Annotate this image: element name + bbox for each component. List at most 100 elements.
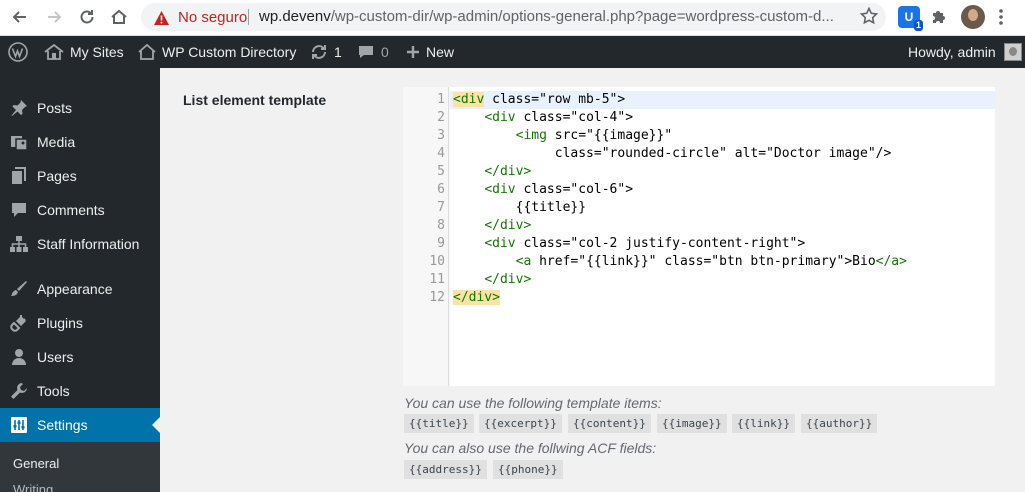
- menu-media-label: Media: [37, 134, 76, 150]
- template-tag-chip: {{author}}: [801, 414, 878, 433]
- line-number: 10: [429, 254, 445, 269]
- menu-pages[interactable]: Pages: [0, 159, 160, 193]
- menu-settings-label: Settings: [37, 417, 88, 433]
- settings-icon: [9, 415, 29, 435]
- code-line[interactable]: </div>: [453, 217, 531, 235]
- security-label: No seguro: [178, 9, 248, 26]
- line-number: 1: [437, 92, 445, 107]
- menu-settings[interactable]: Settings: [0, 408, 160, 442]
- line-number: 7: [437, 200, 445, 215]
- reload-icon: [80, 10, 94, 24]
- extensions-menu-button[interactable]: [929, 7, 949, 32]
- line-number: 2: [437, 110, 445, 125]
- reload-button[interactable]: [76, 6, 98, 28]
- media-icon: [9, 132, 29, 152]
- browser-menu-button[interactable]: [996, 7, 1006, 32]
- extension-button[interactable]: U 1: [898, 6, 923, 31]
- code-line[interactable]: <div class="col-6">: [453, 181, 633, 199]
- extension-shield-icon: U: [904, 10, 914, 24]
- code-line[interactable]: </div>: [453, 271, 531, 289]
- code-line[interactable]: <img src="{{image}}": [453, 127, 673, 145]
- home-icon: [111, 9, 127, 24]
- new-content-link[interactable]: New: [406, 36, 454, 68]
- pushpin-icon: [9, 98, 29, 118]
- settings-submenu: General Writing: [0, 442, 160, 492]
- site-name-label: WP Custom Directory: [162, 44, 297, 60]
- menu-posts[interactable]: Posts: [0, 91, 160, 125]
- bookmark-star-button[interactable]: [859, 6, 879, 31]
- wp-logo-button[interactable]: [8, 36, 28, 68]
- kebab-menu-icon: [999, 9, 1003, 25]
- forward-button[interactable]: [43, 6, 65, 28]
- menu-plugins-label: Plugins: [37, 315, 83, 331]
- menu-users-label: Users: [37, 349, 74, 365]
- line-number: 6: [437, 182, 445, 197]
- line-number: 12: [429, 290, 445, 305]
- star-icon: [859, 6, 879, 25]
- code-line[interactable]: <div class="col-2 justify-content-right"…: [453, 235, 805, 253]
- avatar-face: [968, 9, 978, 21]
- submenu-general[interactable]: General: [13, 456, 59, 471]
- users-icon: [9, 347, 29, 367]
- address-bar[interactable]: No seguro wp.devenv/wp-custom-dir/wp-adm…: [141, 3, 886, 31]
- menu-comments[interactable]: Comments: [0, 193, 160, 227]
- comments-count: 0: [381, 44, 389, 60]
- template-tag-chip: {{link}}: [732, 414, 795, 433]
- line-number: 11: [429, 272, 445, 287]
- field-label-list-element-template: List element template: [183, 92, 327, 108]
- user-avatar: [1003, 43, 1022, 61]
- comments-link[interactable]: 0: [357, 36, 389, 68]
- code-line[interactable]: <div class="col-4">: [453, 109, 633, 127]
- menu-appearance[interactable]: Appearance: [0, 272, 160, 306]
- wrench-icon: [9, 381, 29, 401]
- my-sites-label: My Sites: [70, 44, 124, 60]
- template-tag-chip: {{phone}}: [493, 460, 563, 479]
- pages-icon: [9, 166, 29, 186]
- code-line[interactable]: {{title}}: [453, 199, 586, 217]
- arrow-right-icon: [48, 11, 62, 23]
- howdy-label: Howdy, admin: [908, 44, 996, 60]
- menu-tools[interactable]: Tools: [0, 374, 160, 408]
- url-host: wp.devenv: [259, 8, 331, 25]
- account-menu[interactable]: Howdy, admin: [908, 36, 1022, 68]
- warning-icon: [154, 10, 169, 25]
- code-editor[interactable]: 1 <div class="row mb-5"> 2 <div class="col…: [403, 87, 995, 386]
- omnibox-divider: [248, 9, 249, 25]
- code-line[interactable]: <a href="{{link}}" class="btn btn-primar…: [453, 253, 907, 271]
- menu-staff-information[interactable]: Staff Information: [0, 227, 160, 261]
- paintbrush-icon: [9, 279, 29, 299]
- template-tag-chip: {{image}}: [657, 414, 727, 433]
- code-line[interactable]: class="rounded-circle" alt="Doctor image…: [453, 145, 892, 163]
- line-number: 4: [437, 146, 445, 161]
- admin-menu: Posts Media Pages Comments Staff Informa…: [0, 68, 160, 492]
- template-tag-chip: {{excerpt}}: [479, 414, 562, 433]
- wp-admin-bar: My Sites WP Custom Directory 1 0 New How…: [0, 36, 1025, 68]
- line-number: 5: [437, 164, 445, 179]
- line-number: 9: [437, 236, 445, 251]
- template-tag-chip: {{content}}: [568, 414, 651, 433]
- menu-users[interactable]: Users: [0, 340, 160, 374]
- menu-media[interactable]: Media: [0, 125, 160, 159]
- plus-icon: [407, 46, 419, 58]
- back-button[interactable]: [9, 6, 31, 28]
- site-name-link[interactable]: WP Custom Directory: [138, 36, 296, 68]
- submenu-writing[interactable]: Writing: [13, 482, 53, 492]
- line-number: 8: [437, 218, 445, 233]
- menu-appearance-label: Appearance: [37, 281, 113, 297]
- code-line[interactable]: <div class="row mb-5">: [453, 91, 625, 109]
- code-line[interactable]: </div>: [453, 163, 531, 181]
- home-button[interactable]: [108, 6, 130, 28]
- home-icon: [138, 43, 156, 60]
- updates-link[interactable]: 1: [310, 36, 342, 68]
- line-number: 3: [437, 128, 445, 143]
- security-indicator[interactable]: No seguro: [153, 9, 247, 26]
- code-line[interactable]: </div>: [453, 289, 500, 307]
- template-items-hint: You can use the following template items…: [404, 395, 662, 411]
- menu-pages-label: Pages: [37, 168, 77, 184]
- my-sites-link[interactable]: My Sites: [44, 36, 124, 68]
- hierarchy-icon: [9, 234, 29, 254]
- url-text[interactable]: wp.devenv/wp-custom-dir/wp-admin/options…: [259, 8, 849, 25]
- menu-plugins[interactable]: Plugins: [0, 306, 160, 340]
- template-tag-chip: {{title}}: [404, 414, 474, 433]
- profile-avatar[interactable]: [961, 5, 985, 29]
